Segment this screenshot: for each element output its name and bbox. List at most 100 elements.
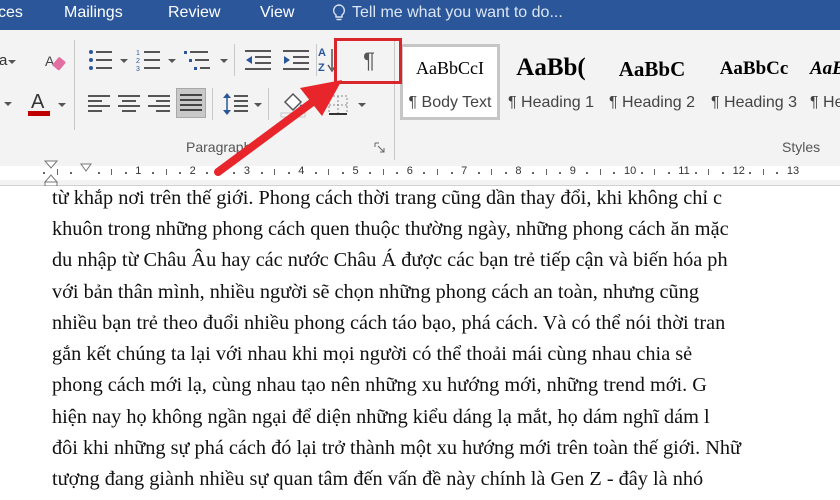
line-spacing-button[interactable] [220,88,250,120]
chevron-down-icon[interactable] [120,59,128,63]
style-sample: AaB [810,58,840,79]
ruler-dot [206,172,209,174]
text-effects-partial[interactable] [0,90,14,116]
font-size-partial: a [0,52,8,69]
svg-text:3: 3 [136,66,140,71]
tab-review[interactable]: Review [168,4,220,22]
ruler-half-tick [111,169,113,175]
chevron-down-icon[interactable] [358,103,366,107]
horizontal-ruler: 1 2 3 4 5 6 7 8 9 10 11 12 13 [0,160,840,186]
ruler-dot [532,172,534,174]
ruler-dot [396,172,399,174]
separator [268,88,269,120]
group-separator [74,40,75,130]
chevron-down-icon[interactable] [220,59,228,63]
ruler-dot [369,172,372,174]
chevron-down-icon[interactable] [254,103,262,107]
borders-icon [328,95,348,115]
clear-formatting-button[interactable]: A [42,48,70,74]
style-sample: AaBbCcI [416,58,484,78]
ruler-label: 6 [406,165,413,177]
style-heading-4-partial[interactable]: AaB ¶ He [806,44,840,120]
chevron-down-icon[interactable] [58,103,66,107]
ruler-half-tick [762,169,764,175]
ruler-dot [341,172,344,174]
align-right-button[interactable] [144,90,174,118]
decrease-indent-icon [245,50,271,70]
paint-bucket-icon [280,92,306,118]
style-sample: AaBbC [618,57,686,81]
tab-references[interactable]: ces [0,4,23,22]
ruler-half-tick [599,169,601,175]
increase-indent-button[interactable] [280,46,312,74]
document-line: hiện nay họ không ngần ngại để diện nhữn… [52,406,710,428]
styles-gallery: AaBbCcI ¶ Body Text AaBb( ¶ Heading 1 Aa… [398,44,840,120]
ruler-half-tick [491,169,493,175]
triangle-marker-icon [80,163,92,172]
tell-me-box[interactable]: Tell me what you want to do... [332,4,563,22]
multilevel-list-button[interactable] [180,46,216,74]
font-color-button[interactable]: A [26,88,52,118]
eraser-icon: A [45,53,66,71]
ruler-dot [722,172,724,174]
justify-icon [180,94,202,111]
ruler-dot [776,172,779,174]
font-color-icon: A [28,91,50,116]
ruler-label: 9 [569,165,576,177]
bullets-button[interactable] [84,46,118,74]
ruler-dot [559,172,562,174]
paragraph-dialog-launcher-icon[interactable] [374,142,385,153]
svg-text:Z: Z [318,62,325,74]
ruler-dot [667,172,670,174]
ruler-dot [179,172,181,174]
shading-button[interactable] [276,88,310,120]
svg-text:A: A [31,91,45,113]
svg-text:2: 2 [136,58,140,65]
ruler-half-tick [545,169,547,175]
styles-group-label: Styles [782,139,821,155]
style-name: ¶ Body Text [408,94,492,111]
align-center-button[interactable] [114,90,144,118]
style-heading-3[interactable]: AaBbCc ¶ Heading 3 [704,44,804,120]
style-heading-2[interactable]: AaBbC ¶ Heading 2 [602,44,702,120]
ruler-half-tick [165,169,167,175]
align-center-icon [118,95,140,112]
align-left-button[interactable] [84,90,114,118]
tab-mailings[interactable]: Mailings [64,4,123,22]
ruler-dot [477,172,480,174]
ruler-label: 5 [352,165,359,177]
multilevel-list-icon [184,51,210,70]
ruler-label: 7 [461,165,468,177]
ruler-label: 12 [732,165,745,177]
justify-button[interactable] [176,88,206,118]
ruler-dot [314,172,317,174]
document-line: nhiều bạn trẻ theo đuổi nhiều phong cách… [52,312,726,334]
ruler-label: 1 [135,165,142,177]
style-heading-1[interactable]: AaBb( ¶ Heading 1 [502,44,600,120]
svg-text:A: A [45,53,55,69]
style-body-text[interactable]: AaBbCcI ¶ Body Text [400,44,500,120]
tab-view[interactable]: View [260,4,294,22]
chevron-down-icon[interactable] [168,59,176,63]
document-line: tượng đang giành nhiều sự quan tâm đến v… [52,468,704,490]
numbering-button[interactable]: 1 2 3 [132,46,166,74]
align-right-icon [148,95,170,112]
style-name: ¶ He [810,94,840,111]
style-name: ¶ Heading 3 [711,94,797,111]
document-body[interactable]: từ khắp nơi trên thế giới. Phong cách th… [0,187,840,500]
decrease-indent-button[interactable] [242,46,274,74]
first-line-indent-marker[interactable] [80,160,92,178]
chevron-down-icon[interactable] [8,60,16,64]
svg-text:A: A [318,47,326,59]
ruler-half-tick [708,169,710,175]
ruler-dot [287,172,290,174]
ruler-dot [260,172,263,174]
indent-marker-icon[interactable] [44,160,58,186]
bullet-list-icon [89,50,112,70]
ruler-label: 3 [243,165,251,177]
document-line: phong cách mới lạ, cùng nhau tạo nên nhữ… [52,374,707,396]
borders-button[interactable] [324,92,352,118]
document-line: du nhập từ Châu Âu hay các nước Châu Á đ… [52,249,728,271]
style-name: ¶ Heading 1 [508,94,594,111]
ruler-dot [504,172,507,174]
